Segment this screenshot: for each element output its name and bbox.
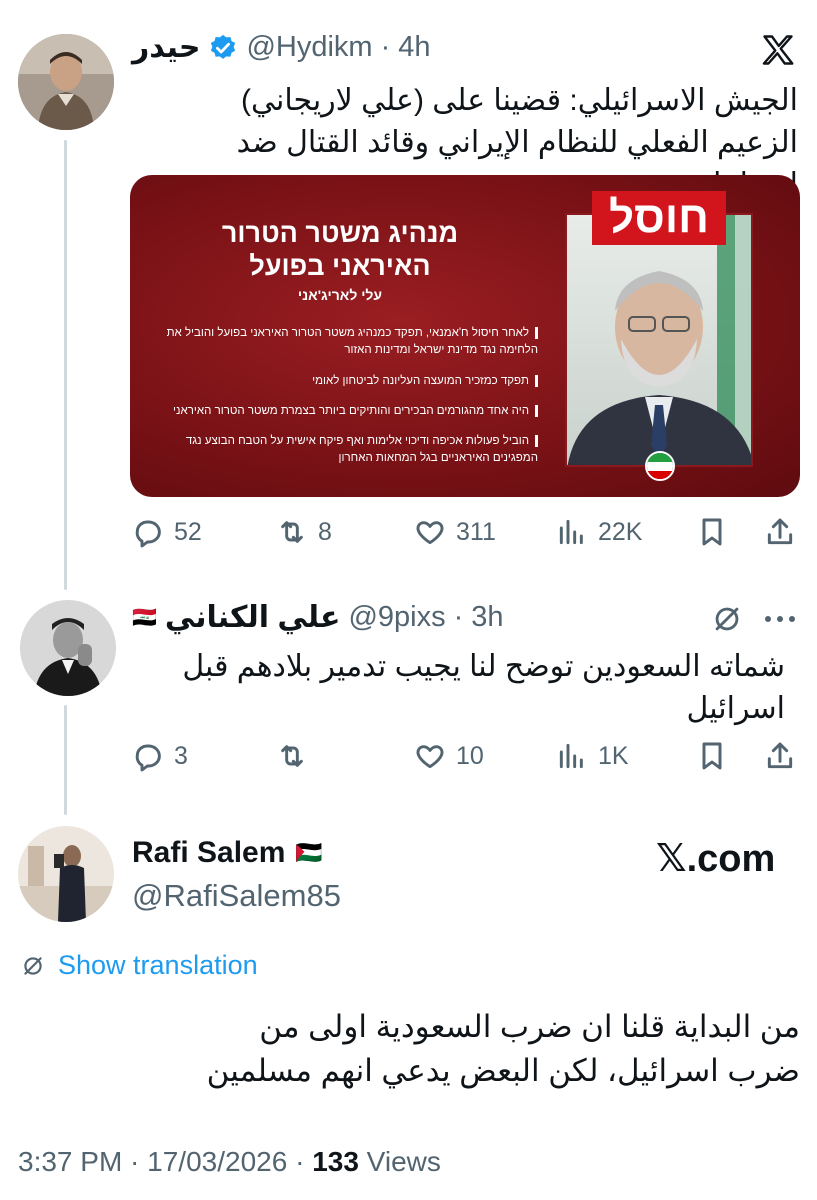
author-name[interactable]: حيدر — [132, 30, 200, 65]
translate-icon — [24, 956, 42, 975]
thread-line-bottom — [64, 705, 67, 815]
palestine-flag-icon: 🇵🇸 — [295, 840, 323, 865]
reply-icon — [135, 520, 161, 548]
repost-button[interactable]: 8 — [276, 516, 332, 548]
reply-header: 🇮🇶 علي الكناني @9pixs · 3h — [132, 600, 504, 635]
reply-count: 52 — [174, 517, 202, 546]
x-com-watermark: 𝕏.com — [656, 838, 776, 880]
share-icon — [767, 518, 793, 545]
tweet-media-image[interactable]: מנהיג משטר הטרור האיראני בפועל עלי לאריג… — [130, 175, 800, 497]
more-icon[interactable] — [762, 612, 798, 630]
reply-author-name[interactable]: علي الكناني — [165, 600, 341, 635]
views-button[interactable]: 22K — [556, 516, 642, 548]
author-handle[interactable]: @Hydikm — [246, 31, 372, 64]
reply-bookmark-button[interactable] — [696, 740, 728, 772]
like-icon — [416, 521, 444, 545]
quote-header: Rafi Salem 🇵🇸 — [132, 836, 323, 870]
reply-like-button[interactable]: 10 — [414, 740, 484, 772]
bookmark-icon — [702, 518, 722, 546]
reply-reply-button[interactable]: 3 — [132, 740, 188, 772]
footer-views-label: Views — [358, 1146, 441, 1177]
verified-badge-icon — [208, 33, 238, 63]
media-bullet-4: הוביל פעולות אכיפה ודיכוי אלימות ואף פיק… — [185, 434, 538, 464]
iran-flag-icon — [645, 451, 675, 481]
show-translation-link[interactable]: Show translation — [20, 950, 258, 981]
media-bullet-2: תפקד כמזכיר המועצה העליונה לביטחון לאומי — [138, 373, 538, 390]
like-count: 311 — [456, 517, 496, 546]
avatar-rafi[interactable] — [18, 826, 114, 922]
reply-share-button[interactable] — [764, 740, 796, 772]
quote-author-name[interactable]: Rafi Salem — [132, 836, 285, 870]
quote-author-handle[interactable]: @RafiSalem85 — [132, 878, 341, 914]
footer-timestamp[interactable]: 3:37 PM · 17/03/2026 · — [18, 1146, 312, 1177]
footer-views-count: 133 — [312, 1146, 359, 1177]
x-logo-icon[interactable] — [760, 32, 796, 73]
quote-tweet-text: من البداية قلنا ان ضرب السعودية اولى من … — [206, 1009, 800, 1088]
views-icon — [559, 519, 583, 545]
reply-views-count: 1K — [598, 741, 629, 770]
like-button[interactable]: 311 — [414, 516, 496, 548]
reply-button[interactable]: 52 — [132, 516, 202, 548]
media-subtitle: עלי לאריג'אני — [297, 287, 383, 303]
share-icon — [767, 742, 793, 769]
reply-repost-button[interactable] — [276, 740, 318, 772]
bookmark-button[interactable] — [696, 516, 728, 548]
media-badge: חוסל — [592, 191, 726, 245]
media-bullet-1: לאחר חיסול ח'אמנאי, תפקד כמנהיג משטר הטר… — [166, 326, 538, 356]
show-translation-label: Show translation — [58, 950, 258, 980]
tweet-footer: 3:37 PM · 17/03/2026 · 133 Views — [18, 1146, 441, 1178]
media-headline: מנהיג משטר הטרור האיראני בפועל — [221, 218, 459, 281]
reply-reply-count: 3 — [174, 741, 188, 770]
share-button[interactable] — [764, 516, 796, 548]
repost-icon — [281, 745, 303, 767]
reply-author-handle[interactable]: @9pixs — [348, 601, 445, 634]
iraq-flag-icon: 🇮🇶 — [132, 607, 157, 629]
media-bullet-3: היה אחד מהגורמים הבכירים והותיקים ביותר … — [138, 403, 538, 420]
reply-time[interactable]: · 3h — [454, 601, 504, 634]
main-header: حيدر @Hydikm · 4h — [132, 30, 431, 65]
reply-tweet-text: شماته السعودين توضح لنا يجيب تدمير بلاده… — [182, 650, 785, 725]
repost-icon — [281, 521, 303, 543]
reply-like-count: 10 — [456, 741, 484, 770]
reply-icon — [135, 744, 161, 772]
reply-views-button[interactable]: 1K — [556, 740, 629, 772]
like-icon — [416, 745, 444, 769]
avatar-main[interactable] — [18, 34, 114, 130]
tweet-time[interactable]: · 4h — [381, 31, 431, 64]
thread-line-top — [64, 140, 67, 590]
views-icon — [559, 743, 583, 769]
avatar-reply[interactable] — [20, 600, 116, 696]
views-count: 22K — [598, 517, 643, 546]
media-portrait-photo — [565, 213, 753, 467]
bookmark-icon — [702, 742, 722, 770]
translate-icon[interactable] — [710, 602, 744, 641]
repost-count: 8 — [318, 517, 332, 546]
